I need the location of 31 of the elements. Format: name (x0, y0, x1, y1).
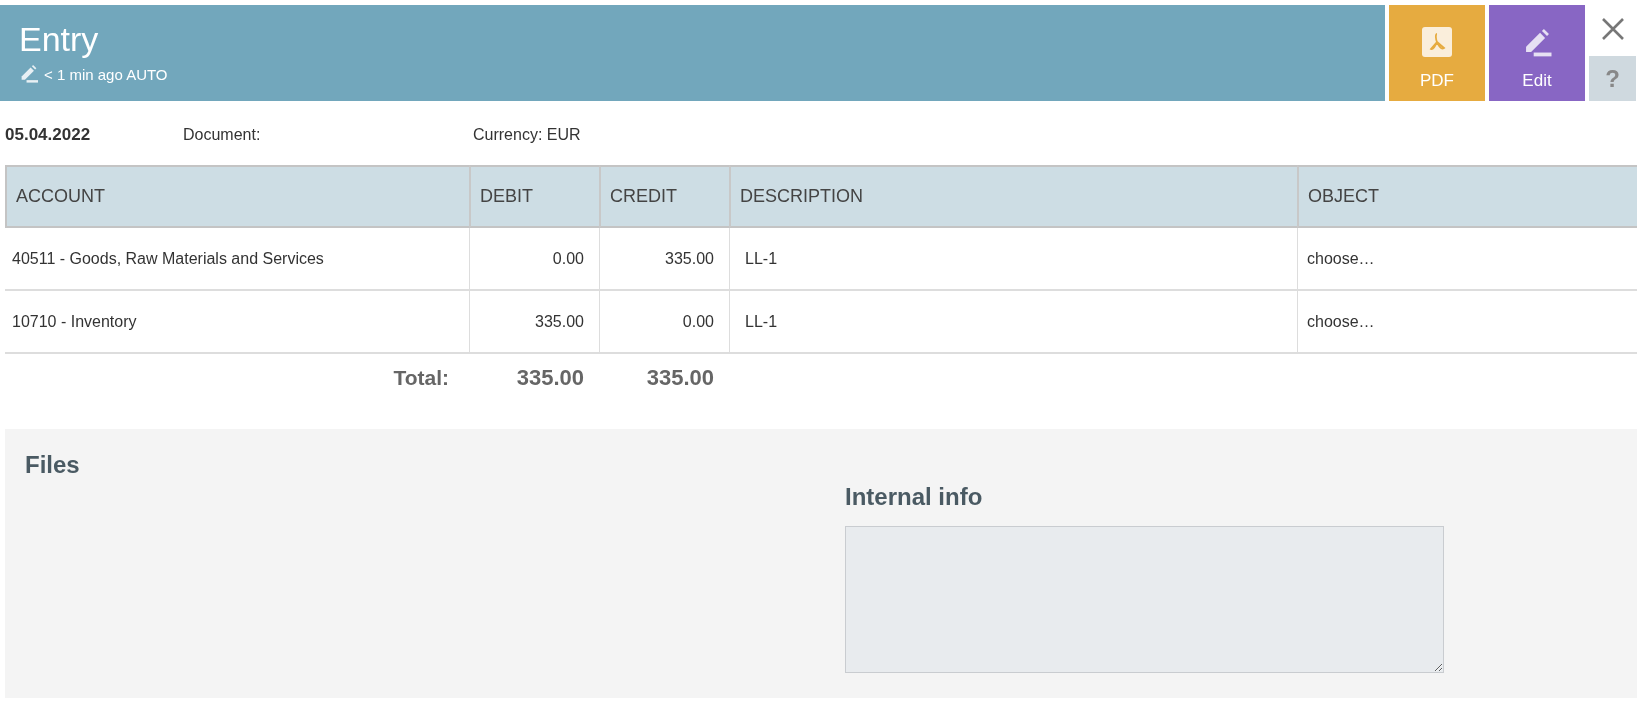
document-label: Document: (183, 126, 262, 144)
debit-cell: 335.00 (469, 291, 599, 354)
edit-button[interactable]: Edit (1489, 5, 1585, 101)
object-select[interactable]: choose… (1307, 312, 1375, 331)
column-header: CREDIT (599, 165, 729, 228)
autosave-status: < 1 min ago AUTO (44, 65, 168, 83)
page-title: Entry (19, 21, 100, 57)
column-header: OBJECT (1297, 165, 1637, 228)
total-label: Total: (392, 366, 450, 390)
account-cell: 10710 - Inventory (5, 291, 469, 354)
description-cell: LL-1 (729, 291, 1297, 354)
currency-label: Currency: EUR (473, 126, 582, 144)
object-select[interactable]: choose… (1307, 249, 1375, 268)
close-icon (1600, 17, 1625, 41)
total-debit: 335.00 (515, 365, 585, 391)
account-cell: 40511 - Goods, Raw Materials and Services (5, 228, 469, 291)
help-button[interactable]: ? (1589, 56, 1636, 101)
column-header: ACCOUNT (5, 165, 469, 228)
pencil-icon (19, 65, 39, 83)
entry-date: 05.04.2022 (5, 125, 92, 145)
credit-cell: 0.00 (599, 291, 729, 354)
files-heading: Files (25, 451, 81, 480)
internal-info-field[interactable] (845, 526, 1444, 673)
pdf-icon (1422, 27, 1452, 57)
internal-info-heading: Internal info (845, 483, 984, 511)
column-header: DESCRIPTION (729, 165, 1297, 228)
debit-cell: 0.00 (469, 228, 599, 291)
total-credit: 335.00 (645, 365, 715, 391)
description-cell: LL-1 (729, 228, 1297, 291)
column-header: DEBIT (469, 165, 599, 228)
credit-cell: 335.00 (599, 228, 729, 291)
